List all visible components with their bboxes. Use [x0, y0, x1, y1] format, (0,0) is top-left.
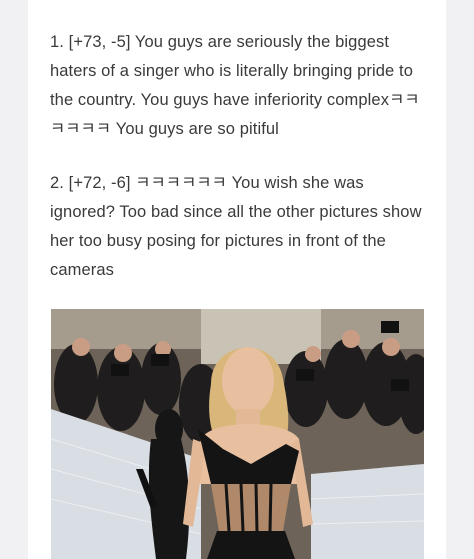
- event-photo: [51, 309, 424, 559]
- comment-2: 2. [+72, -6] ㅋㅋㅋㅋㅋㅋ You wish she was ign…: [50, 174, 422, 279]
- comment-1: 1. [+73, -5] You guys are seriously the …: [50, 33, 420, 138]
- photo-illustration: [51, 309, 424, 559]
